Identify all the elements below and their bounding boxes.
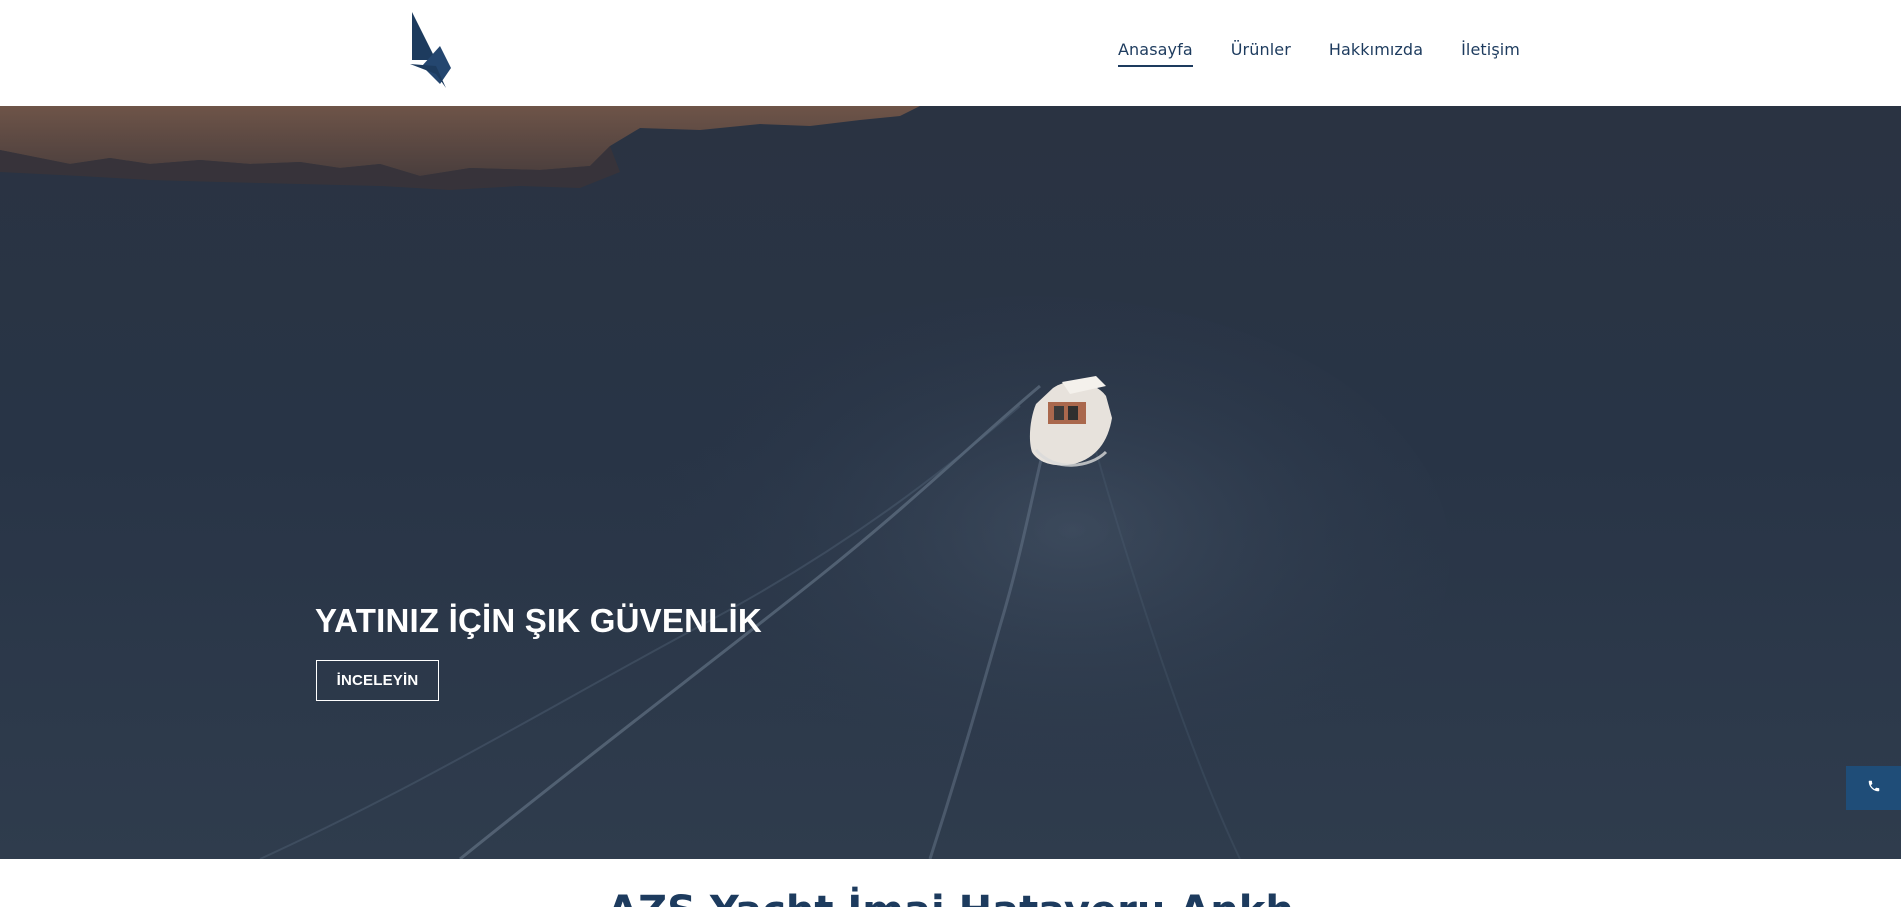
main-nav: Anasayfa Ürünler Hakkımızda İletişim (1118, 40, 1520, 67)
explore-button[interactable]: İNCELEYİN (316, 660, 439, 701)
phone-call-button[interactable] (1846, 766, 1901, 810)
nav-item-contact[interactable]: İletişim (1461, 40, 1520, 67)
nav-item-about[interactable]: Hakkımızda (1329, 40, 1423, 67)
nav-item-home[interactable]: Anasayfa (1118, 40, 1193, 67)
hero-section: YATINIZ İÇİN ŞIK GÜVENLİK İNCELEYİN (0, 106, 1901, 859)
nav-item-products[interactable]: Ürünler (1231, 40, 1291, 67)
sailboat-logo-icon[interactable] (410, 12, 452, 88)
hero-background-image (0, 106, 1901, 859)
phone-icon (1867, 779, 1881, 798)
site-header: Anasayfa Ürünler Hakkımızda İletişim (0, 0, 1901, 106)
hero-title: YATINIZ İÇİN ŞIK GÜVENLİK (315, 602, 762, 639)
section-title: AZS Yacht İmaj Hatayeru Ankh (0, 891, 1901, 907)
intro-section: AZS Yacht İmaj Hatayeru Ankh (0, 859, 1901, 907)
